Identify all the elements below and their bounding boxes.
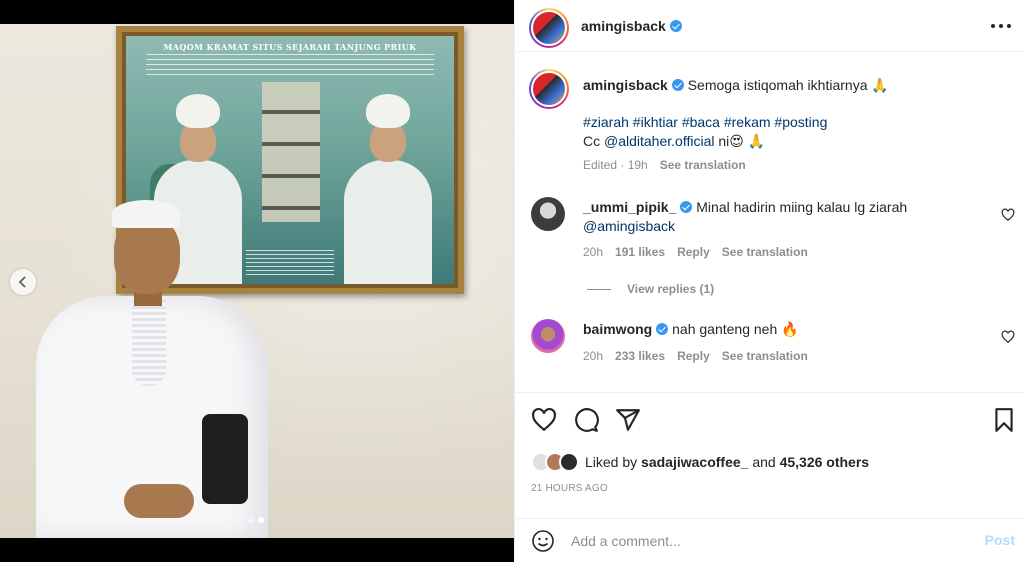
heart-icon[interactable]: [1001, 208, 1015, 222]
prev-slide-button[interactable]: [10, 269, 36, 295]
reply-button[interactable]: Reply: [677, 245, 710, 259]
caption-see-translation[interactable]: See translation: [660, 158, 746, 172]
emoji-icon[interactable]: [531, 529, 555, 553]
add-comment-bar: Post: [515, 518, 1024, 562]
likes-count[interactable]: 45,326 others: [780, 454, 870, 470]
verified-badge-icon: [669, 20, 682, 32]
post-media: MAQOM KRAMAT SITUS SEJARAH TANJUNG PRIUK: [0, 0, 514, 562]
view-replies-label: View replies (1): [627, 282, 715, 296]
more-options-button[interactable]: [991, 16, 1011, 36]
see-translation-link[interactable]: See translation: [722, 245, 808, 259]
heart-icon[interactable]: [1001, 330, 1015, 344]
caption-cc-prefix: Cc: [583, 133, 604, 149]
caption-mention[interactable]: @alditaher.official: [604, 133, 714, 149]
man-in-white-robe: [36, 184, 276, 538]
send-icon[interactable]: [615, 407, 641, 433]
liked-by-user[interactable]: sadajiwacoffee_: [641, 454, 748, 470]
comment-username[interactable]: baimwong: [583, 321, 652, 337]
author-avatar[interactable]: [529, 8, 569, 48]
verified-badge-icon: [656, 323, 669, 335]
comment: _ummi_pipik_ Minal hadirin miing kalau l…: [583, 198, 983, 236]
verified-badge-icon: [671, 79, 684, 91]
see-translation-link[interactable]: See translation: [722, 349, 808, 363]
carousel-dot: [248, 517, 254, 523]
comment-time: 20h: [583, 349, 604, 363]
caption: amingisback Semoga istiqomah ikhtiarnya …: [583, 76, 983, 95]
reply-button[interactable]: Reply: [677, 349, 710, 363]
more-horizontal-icon: [991, 24, 995, 28]
comment: baimwong nah ganteng neh 🔥: [583, 320, 983, 339]
caption-username[interactable]: amingisback: [583, 77, 668, 93]
caption-edited-time: Edited · 19h: [583, 158, 648, 172]
commenter-avatar[interactable]: [531, 319, 565, 353]
caption-cc-suffix: ni😍 🙏: [714, 133, 766, 149]
comment-text: nah ganteng neh 🔥: [672, 321, 799, 337]
instagram-post-modal: MAQOM KRAMAT SITUS SEJARAH TANJUNG PRIUK: [0, 0, 1024, 562]
post-side-panel: amingisback amingisback Semoga istiqomah…: [514, 0, 1024, 562]
carousel-dot-active: [258, 517, 264, 523]
chevron-left-icon: [18, 276, 26, 288]
poster-figure-right: [340, 94, 436, 284]
likes-text: Liked by sadajiwacoffee_ and 45,326 othe…: [585, 454, 870, 470]
post-header: amingisback: [515, 0, 1024, 52]
comments-list: amingisback Semoga istiqomah ikhtiarnya …: [515, 53, 1024, 391]
author-username[interactable]: amingisback: [581, 18, 666, 34]
comment-likes[interactable]: 233 likes: [615, 349, 665, 363]
bookmark-icon[interactable]: [991, 407, 1017, 433]
caption-meta: Edited · 19h See translation: [583, 158, 746, 172]
comment-likes[interactable]: 191 likes: [615, 245, 665, 259]
comment-text: Minal hadirin miing kalau lg ziarah: [696, 199, 908, 215]
action-bar: [515, 392, 1024, 448]
post-comment-button[interactable]: Post: [985, 532, 1015, 548]
comment-meta: 20h 191 likes Reply See translation: [583, 245, 808, 259]
comment-time: 20h: [583, 245, 604, 259]
commenter-avatar[interactable]: [531, 197, 565, 231]
view-replies-button[interactable]: View replies (1): [587, 282, 714, 296]
heart-icon[interactable]: [531, 407, 557, 433]
carousel-dots: [248, 517, 264, 523]
likes-summary: Liked by sadajiwacoffee_ and 45,326 othe…: [531, 450, 869, 474]
post-timestamp[interactable]: 21 HOURS AGO: [531, 483, 608, 494]
post-photo: MAQOM KRAMAT SITUS SEJARAH TANJUNG PRIUK: [0, 24, 514, 538]
comment-meta: 20h 233 likes Reply See translation: [583, 349, 808, 363]
comment-username[interactable]: _ummi_pipik_: [583, 199, 676, 215]
caption-text: Semoga istiqomah ikhtiarnya 🙏: [687, 77, 889, 93]
caption-hashtags[interactable]: #ziarah #ikhtiar #baca #rekam #posting: [583, 114, 827, 130]
comment-mention[interactable]: @amingisback: [583, 218, 675, 234]
liker-avatar[interactable]: [559, 452, 579, 472]
caption-avatar[interactable]: [529, 69, 569, 109]
comment-icon[interactable]: [573, 407, 599, 433]
poster-title: MAQOM KRAMAT SITUS SEJARAH TANJUNG PRIUK: [163, 42, 417, 52]
verified-badge-icon: [680, 201, 693, 213]
comment-input[interactable]: [571, 529, 961, 553]
